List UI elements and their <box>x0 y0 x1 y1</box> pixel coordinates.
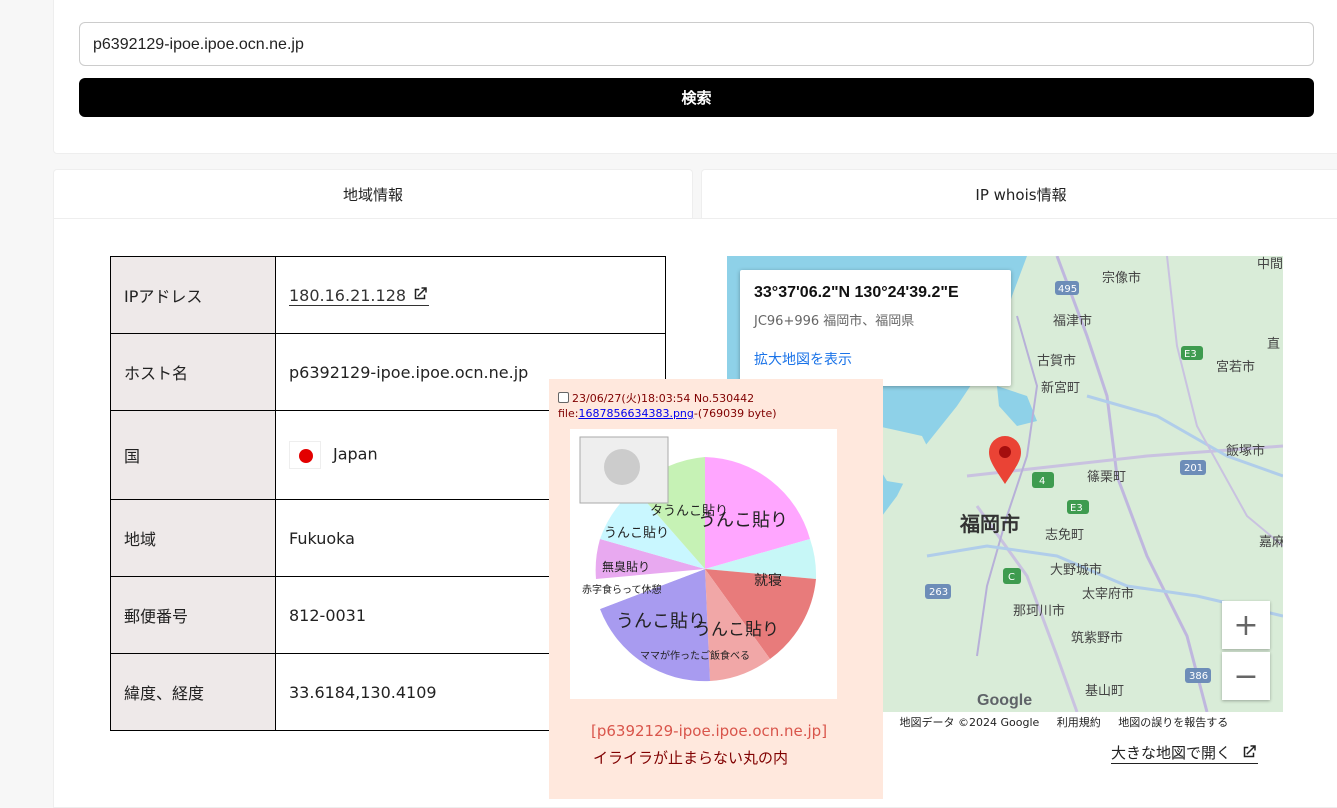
post-file-prefix: file: <box>558 407 579 420</box>
map-place-label: 篠栗町 <box>1087 470 1126 485</box>
post-meta: 23/06/27(火)18:03:54 No.530442 <box>558 390 754 406</box>
ip-address-link[interactable]: 180.16.21.128 <box>289 286 430 306</box>
map-place-label: 嘉麻 <box>1259 535 1283 550</box>
map-place-label: 那珂川市 <box>1013 603 1065 619</box>
map-place-label: 太宰府市 <box>1082 586 1134 602</box>
road-label: 263 <box>929 587 948 598</box>
enlarge-map-link[interactable]: 拡大地図を表示 <box>754 349 997 369</box>
post-host: [p6392129-ipoe.ipoe.ocn.ne.jp] <box>591 722 828 740</box>
map-place-label: 宮若市 <box>1216 359 1255 375</box>
road-label: 495 <box>1058 284 1077 295</box>
map-place-label: 志免町 <box>1045 528 1084 543</box>
row-label: IPアドレス <box>110 256 276 334</box>
plus-code: JC96+996 福岡市、福岡県 <box>754 314 915 329</box>
map-place-label: 福津市 <box>1053 313 1092 329</box>
map-place-label: 中間 <box>1257 257 1283 272</box>
map-place-label: 新宮町 <box>1041 380 1080 396</box>
row-label: ホスト名 <box>110 333 276 411</box>
pie-label: うんこ貼り <box>604 526 669 541</box>
external-link-icon <box>1243 745 1256 758</box>
table-row: IPアドレス 180.16.21.128 <box>110 256 666 334</box>
tab-region-info[interactable]: 地域情報 <box>53 169 693 219</box>
row-value: 180.16.21.128 <box>275 256 666 334</box>
row-label: 国 <box>110 410 276 500</box>
external-link-icon <box>414 287 427 300</box>
search-input[interactable]: p6392129-ipoe.ipoe.ocn.ne.jp <box>79 22 1314 66</box>
road-label: 201 <box>1184 463 1203 474</box>
ip-address-text: 180.16.21.128 <box>289 286 407 305</box>
imageboard-post-popup: 23/06/27(火)18:03:54 No.530442 file:16878… <box>549 379 883 799</box>
japan-flag-icon <box>289 441 321 469</box>
post-meta-text: 23/06/27(火)18:03:54 No.530442 <box>572 392 755 405</box>
coordinates-title: 33°37'06.2"N 130°24'39.2"E <box>754 284 959 301</box>
pie-label: 赤字食らって休憩 <box>582 583 662 596</box>
post-text: イライラが止まらない丸の内 <box>593 749 789 767</box>
road-label: E3 <box>1184 349 1197 360</box>
pie-label: 就寝 <box>754 572 782 589</box>
open-large-map-link[interactable]: 大きな地図で開く <box>1111 742 1258 764</box>
pie-label: うんこ貼り <box>616 611 706 632</box>
map-place-label: 大野城市 <box>1050 562 1102 578</box>
pie-schedule-image: うんこ貼り タうんこ貼り うんこ貼り 無臭貼り 赤字食らって休憩 うんこ貼り 就… <box>579 436 817 682</box>
map-place-label: 古賀市 <box>1037 353 1076 369</box>
post-checkbox[interactable] <box>558 392 569 403</box>
pie-label: 無臭貼り <box>602 559 650 574</box>
road-label: E3 <box>1070 503 1083 514</box>
pie-label: うんこ貼り <box>694 620 779 640</box>
map-place-label: 福岡市 <box>959 512 1020 536</box>
post-file-link[interactable]: 1687856634383.png <box>578 407 693 420</box>
road-label: 386 <box>1189 671 1208 682</box>
country-name: Japan <box>333 444 378 464</box>
report-error-link[interactable]: 地図の誤りを報告する <box>1118 716 1228 729</box>
road-label: 4 <box>1039 476 1045 487</box>
search-button[interactable]: 検索 <box>79 78 1314 117</box>
row-label: 郵便番号 <box>110 576 276 654</box>
map-place-label: 宗像市 <box>1102 270 1141 286</box>
google-logo: Google <box>977 692 1032 709</box>
map-data-credit: 地図データ ©2024 Google <box>899 716 1040 729</box>
map-place-label: 直 <box>1267 337 1280 352</box>
post-file: file:1687856634383.png-(769039 byte) <box>558 407 777 420</box>
pie-label: ママが作ったご飯食べる <box>640 649 750 662</box>
row-label: 地域 <box>110 499 276 577</box>
zoom-out-button[interactable]: − <box>1222 652 1270 700</box>
post-file-size: -(769039 byte) <box>693 407 777 420</box>
map-footer: ット 地図データ ©2024 Google 利用規約 地図の誤りを報告する <box>860 714 1242 730</box>
zoom-in-button[interactable]: + <box>1222 601 1270 649</box>
row-label: 緯度、経度 <box>110 653 276 731</box>
pie-label: タうんこ貼り <box>650 504 728 519</box>
map-place-label: 飯塚市 <box>1226 443 1265 459</box>
open-large-map-label: 大きな地図で開く <box>1111 744 1232 762</box>
road-label: C <box>1008 572 1015 583</box>
post-image[interactable]: うんこ貼り タうんこ貼り うんこ貼り 無臭貼り 赤字食らって休憩 うんこ貼り 就… <box>570 429 837 699</box>
map-info-card: 33°37'06.2"N 130°24'39.2"E JC96+996 福岡市、… <box>740 270 1011 386</box>
map-place-label: 基山町 <box>1085 684 1124 699</box>
terms-link[interactable]: 利用規約 <box>1057 716 1101 729</box>
map-place-label: 筑紫野市 <box>1071 630 1123 646</box>
tab-ip-whois[interactable]: IP whois情報 <box>701 169 1337 219</box>
